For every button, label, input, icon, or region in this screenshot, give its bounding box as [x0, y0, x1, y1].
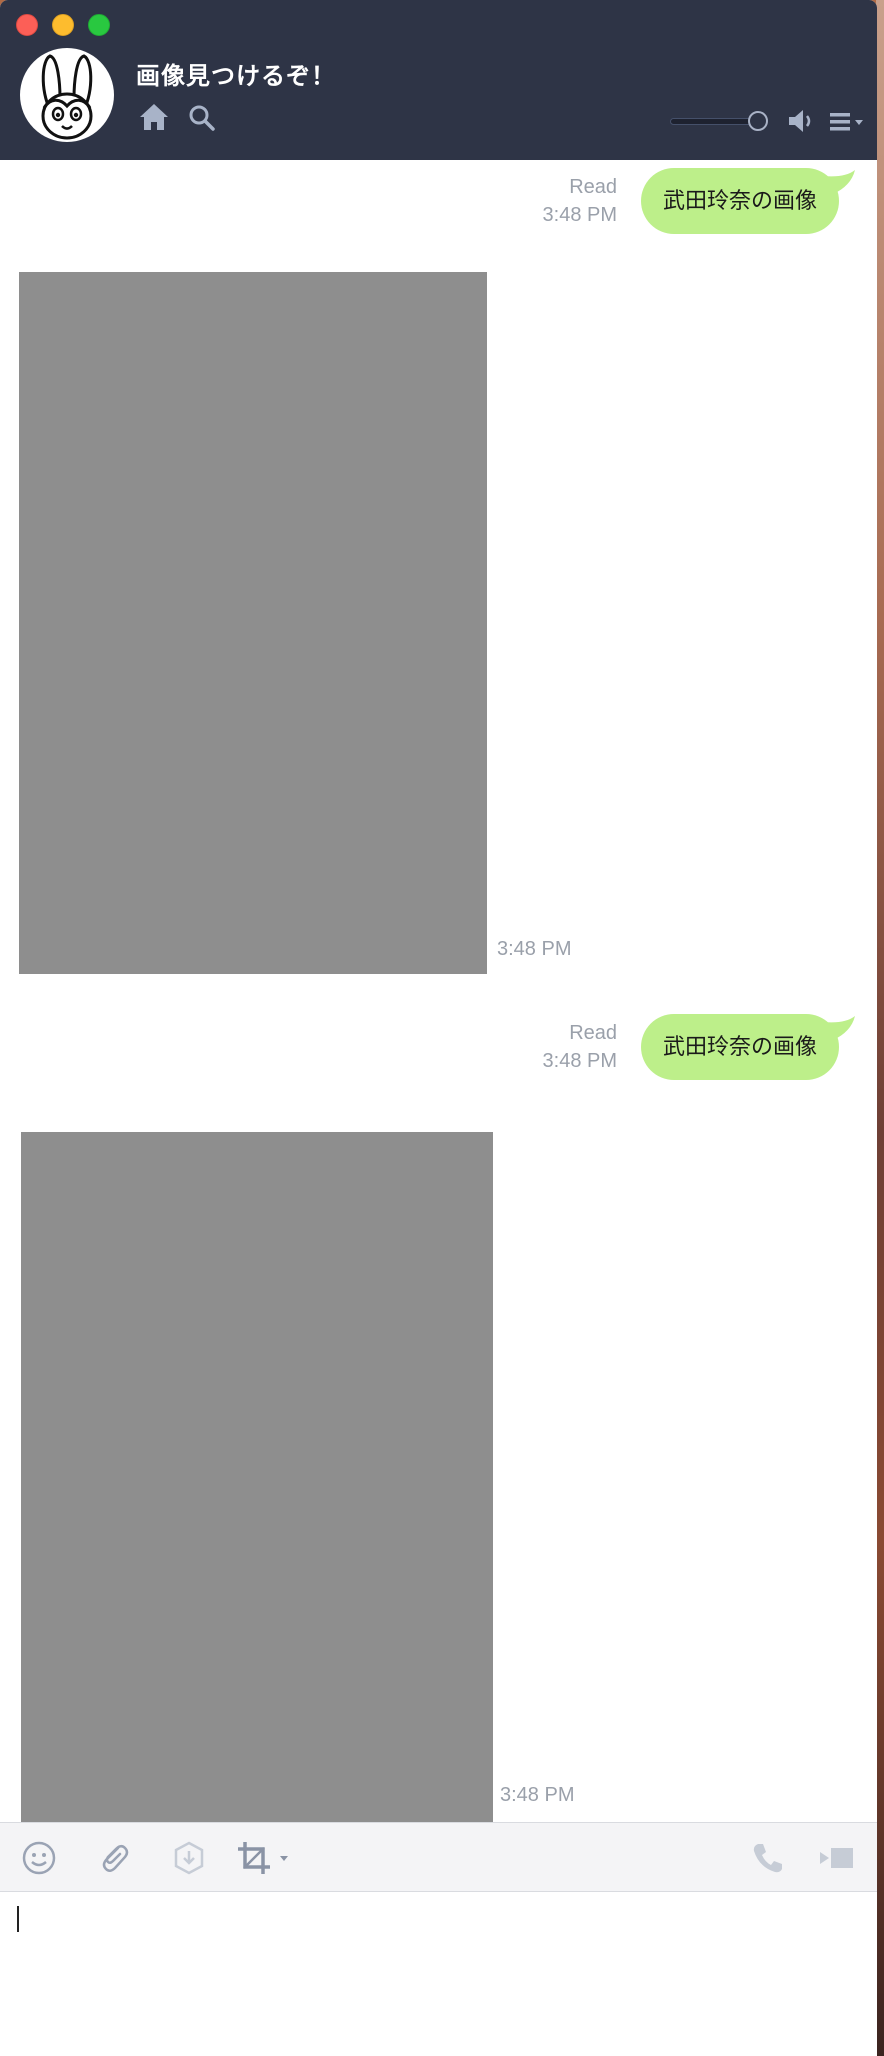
image-message[interactable]: [21, 1132, 493, 1822]
message-bubble-outgoing[interactable]: 武田玲奈の画像: [629, 1014, 855, 1080]
screenshot-icon[interactable]: [236, 1840, 296, 1876]
menu-icon[interactable]: [828, 110, 866, 134]
message-meta: Read 3:48 PM: [543, 173, 617, 229]
volume-slider[interactable]: [670, 111, 770, 131]
maximize-window-button[interactable]: [88, 14, 110, 36]
image-message[interactable]: [19, 272, 487, 974]
message-text: 武田玲奈の画像: [640, 1014, 839, 1080]
volume-slider-knob[interactable]: [748, 111, 768, 131]
chat-window: 画像見つけるぞ！ Read 3:48 PM 武田玲奈の画像 3:48 PM Re…: [0, 0, 877, 2056]
search-icon[interactable]: [188, 104, 216, 132]
message-text: 武田玲奈の画像: [640, 168, 839, 234]
text-cursor: [17, 1906, 19, 1932]
avatar[interactable]: [20, 48, 114, 142]
call-icon[interactable]: [750, 1840, 786, 1876]
message-list[interactable]: Read 3:48 PM 武田玲奈の画像 3:48 PM Read 3:48 P…: [0, 160, 877, 1822]
desktop-background: [876, 0, 884, 2056]
attach-icon[interactable]: [96, 1840, 132, 1876]
emoji-icon[interactable]: [21, 1840, 57, 1876]
video-call-icon[interactable]: [818, 1840, 858, 1876]
read-status: Read: [569, 1022, 617, 1044]
chat-header: 画像見つけるぞ！: [0, 0, 877, 160]
close-window-button[interactable]: [16, 14, 38, 36]
bunny-avatar-icon: [41, 54, 93, 140]
message-input[interactable]: [0, 1892, 877, 2056]
read-status: Read: [569, 176, 617, 198]
bubble-tail-icon: [823, 1016, 855, 1040]
home-icon[interactable]: [138, 102, 170, 132]
message-toolbar: [0, 1822, 877, 1892]
message-time: 3:48 PM: [497, 938, 572, 960]
message-time: 3:48 PM: [542, 1050, 617, 1072]
bubble-tail-icon: [823, 170, 855, 194]
message-meta: Read 3:48 PM: [543, 1019, 617, 1075]
keep-icon[interactable]: [171, 1840, 207, 1876]
message-time: 3:48 PM: [542, 204, 617, 226]
message-bubble-outgoing[interactable]: 武田玲奈の画像: [629, 168, 855, 234]
chat-title: 画像見つけるぞ！: [136, 63, 336, 90]
minimize-window-button[interactable]: [52, 14, 74, 36]
speaker-icon[interactable]: [786, 107, 814, 135]
message-time: 3:48 PM: [500, 1784, 575, 1806]
